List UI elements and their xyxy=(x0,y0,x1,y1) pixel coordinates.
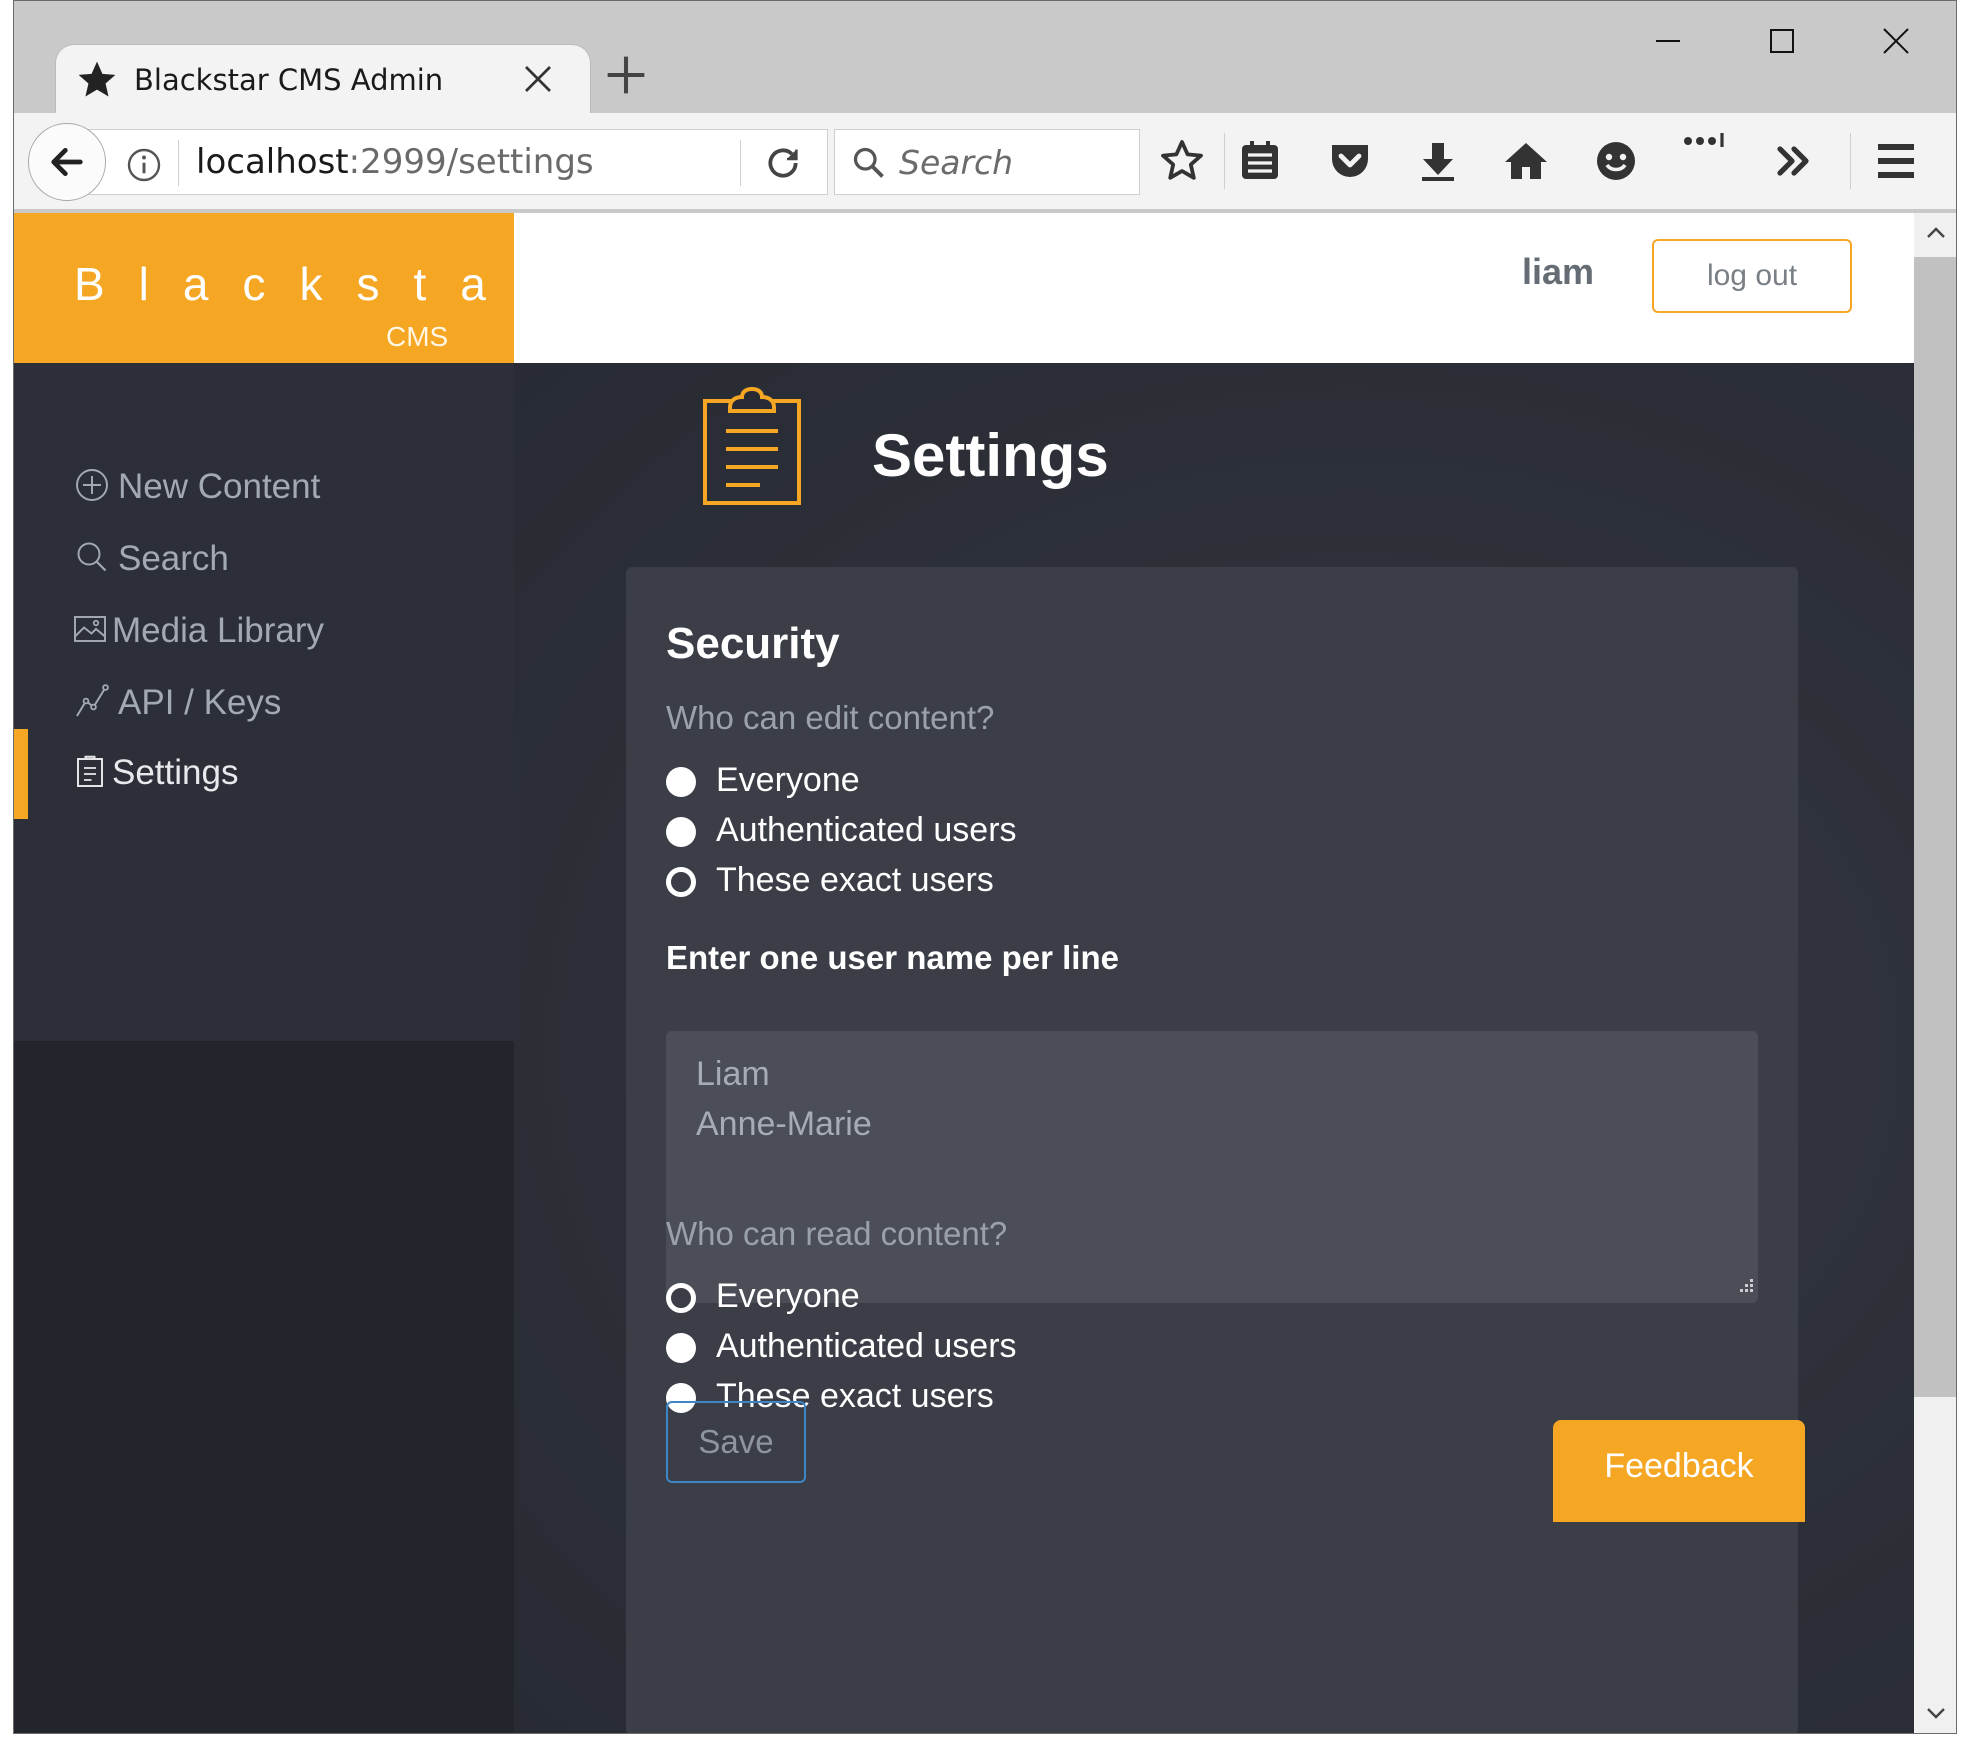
brand-subtitle: CMS xyxy=(386,321,449,352)
userlist-textarea[interactable]: Liam Anne-Marie xyxy=(666,1031,1758,1303)
download-icon[interactable] xyxy=(1414,137,1462,185)
reader-list-icon[interactable] xyxy=(1236,137,1284,185)
radio-label: Authenticated users xyxy=(716,1327,1017,1365)
radio-button[interactable] xyxy=(666,1333,696,1363)
toolbar-separator xyxy=(1850,133,1851,189)
search-icon xyxy=(77,542,107,572)
back-button[interactable] xyxy=(28,123,106,201)
feedback-button[interactable]: Feedback xyxy=(1553,1420,1805,1522)
chevron-down-icon[interactable] xyxy=(1924,1701,1948,1725)
radio-button[interactable] xyxy=(666,767,696,797)
pocket-icon[interactable] xyxy=(1326,137,1374,185)
url-path: :2999/settings xyxy=(348,142,594,182)
chevron-up-icon[interactable] xyxy=(1924,221,1948,245)
sidebar-item-label: Settings xyxy=(112,753,239,792)
maximize-icon[interactable] xyxy=(1750,19,1814,63)
sidebar-footer xyxy=(14,1041,514,1733)
url-separator xyxy=(178,140,179,186)
sidebar-item-settings[interactable]: Settings xyxy=(14,729,514,819)
info-icon[interactable] xyxy=(126,147,162,183)
navigation-toolbar: localhost:2999/settings xyxy=(14,113,1956,211)
scrollbar-thumb[interactable] xyxy=(1914,257,1956,1397)
edit-question: Who can edit content? xyxy=(666,699,995,736)
graph-icon xyxy=(76,684,109,717)
radio-label: These exact users xyxy=(716,861,994,899)
overflow-dots-icon[interactable] xyxy=(1680,117,1728,165)
browser-search-bar[interactable] xyxy=(834,129,1140,195)
minimize-icon[interactable] xyxy=(1636,19,1700,63)
section-title: Security xyxy=(666,619,840,668)
radio-button-selected[interactable] xyxy=(666,867,696,897)
image-icon xyxy=(74,616,106,642)
browser-tab[interactable]: Blackstar CMS Admin xyxy=(56,45,590,115)
browser-search-input[interactable] xyxy=(899,138,1129,186)
brand-logo[interactable]: Blackstar CMS xyxy=(14,213,535,363)
radio-label: Everyone xyxy=(716,1277,860,1315)
active-indicator xyxy=(14,729,28,819)
url-host: localhost xyxy=(196,142,349,182)
sidebar-item-label: Media Library xyxy=(112,611,325,650)
url-bar[interactable]: localhost:2999/settings xyxy=(72,129,828,195)
plus-circle-icon xyxy=(76,469,108,501)
main-content: Settings Security Who can edit content? … xyxy=(514,363,1914,1733)
vertical-scrollbar[interactable] xyxy=(1914,213,1956,1733)
security-settings-card: Security Who can edit content? Everyone … xyxy=(626,567,1798,1733)
radio-button[interactable] xyxy=(666,817,696,847)
url-text[interactable]: localhost:2999/settings xyxy=(196,142,594,182)
close-tab-icon[interactable] xyxy=(520,61,556,97)
brand-name: Blackstar xyxy=(74,258,570,310)
url-separator xyxy=(740,140,741,186)
userlist-label: Enter one user name per line xyxy=(666,939,1119,976)
chevrons-right-icon[interactable] xyxy=(1770,137,1818,185)
arrow-left-icon xyxy=(51,148,83,176)
sidebar-item-label: API / Keys xyxy=(118,683,282,722)
hamburger-menu-icon[interactable] xyxy=(1872,137,1920,185)
radio-label: Authenticated users xyxy=(716,811,1017,849)
clipboard-icon xyxy=(77,755,103,787)
save-button[interactable]: Save xyxy=(666,1401,806,1483)
tab-title: Blackstar CMS Admin xyxy=(134,63,444,97)
sidebar: New Content Search Media Library API / K… xyxy=(14,363,514,1041)
new-tab-icon[interactable] xyxy=(604,53,648,97)
current-username: liam xyxy=(1522,251,1595,292)
resize-grip-icon[interactable] xyxy=(1736,1277,1756,1297)
toolbar-separator xyxy=(1224,133,1225,189)
radio-label: Everyone xyxy=(716,761,860,799)
bookmark-star-icon[interactable] xyxy=(1158,137,1206,185)
home-icon[interactable] xyxy=(1502,137,1550,185)
radio-button-selected[interactable] xyxy=(666,1283,696,1313)
clipboard-icon xyxy=(703,387,801,505)
top-header: liam log out xyxy=(514,213,1914,363)
star-favicon-icon xyxy=(78,61,116,97)
read-question: Who can read content? xyxy=(666,1215,1008,1252)
sidebar-item-label: Search xyxy=(118,539,229,578)
close-window-icon[interactable] xyxy=(1864,19,1928,63)
sidebar-item-label: New Content xyxy=(118,467,321,506)
search-icon xyxy=(853,147,884,178)
page-title: Settings xyxy=(872,422,1109,489)
logout-button[interactable]: log out xyxy=(1652,239,1852,313)
tab-strip: Blackstar CMS Admin xyxy=(14,1,1956,115)
reload-icon[interactable] xyxy=(764,144,802,182)
emoji-icon[interactable] xyxy=(1592,137,1640,185)
